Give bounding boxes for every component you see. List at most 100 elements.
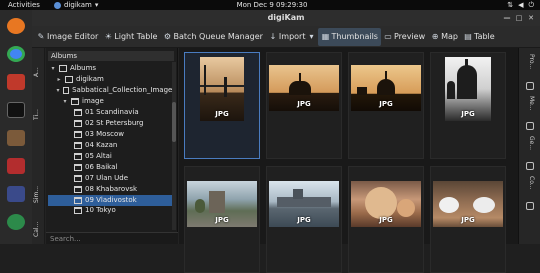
scrollbar-thumb[interactable] — [172, 102, 176, 142]
import-button[interactable]: ↓ Import ▾ — [266, 28, 319, 46]
left-sidebar-tabs: A... Ti... Sim... Cal... — [32, 48, 45, 244]
activities-button[interactable]: Activities — [8, 0, 40, 10]
file-type-badge: JPG — [297, 100, 311, 108]
light-table-button[interactable]: ☀ Light Table — [101, 28, 160, 46]
tab-calendar[interactable]: Cal... — [33, 218, 44, 240]
tab-properties[interactable]: Pro... — [524, 54, 535, 78]
tree-node-folder[interactable]: 06 Baikal — [74, 162, 176, 173]
tree-node-label: 07 Ulan Ude — [85, 174, 129, 182]
close-icon[interactable]: ✕ — [526, 13, 536, 23]
map-button[interactable]: ⊕ Map — [428, 28, 461, 46]
album-tree-scrollbar[interactable] — [172, 62, 176, 230]
globe-icon: ⊕ — [431, 31, 439, 41]
maximize-icon[interactable]: □ — [514, 13, 524, 23]
batch-queue-button[interactable]: ⚙ Batch Queue Manager — [160, 28, 265, 46]
albums-header: Albums — [48, 51, 174, 61]
inkscape-icon[interactable] — [7, 102, 25, 118]
tree-node-folder[interactable]: 03 Moscow — [74, 129, 176, 140]
tab-colors[interactable]: Co... — [524, 176, 535, 198]
metadata-icon[interactable] — [526, 122, 534, 130]
thumbnail-item[interactable]: JPG — [348, 166, 424, 273]
settings-icon[interactable] — [7, 74, 25, 90]
thumbnails-button[interactable]: ▦ Thumbnails — [318, 27, 381, 46]
album-icon — [65, 76, 73, 83]
photo-thumbnail: JPG — [351, 181, 421, 227]
import-icon: ↓ — [269, 31, 277, 41]
chevron-down-icon[interactable]: ▾ — [50, 63, 56, 74]
tree-node-folder[interactable]: 07 Ulan Ude — [74, 173, 176, 184]
colors-icon[interactable] — [526, 202, 534, 210]
thumbnail-item-selected[interactable]: JPG — [184, 52, 260, 159]
tree-node-folder[interactable]: 05 Altai — [74, 151, 176, 162]
power-icon[interactable]: ⏻ — [528, 0, 534, 10]
thumbnail-item[interactable]: JPG — [430, 166, 506, 273]
tab-geolocation[interactable]: Ge... — [524, 136, 535, 158]
folder-icon — [74, 120, 82, 127]
photo-thumbnail: JPG — [187, 181, 257, 227]
files-icon[interactable] — [7, 130, 25, 146]
preview-label: Preview — [393, 32, 426, 41]
table-button[interactable]: ▤ Table — [461, 28, 498, 46]
thumbnail-item[interactable]: JPG — [348, 52, 424, 159]
vlc-icon[interactable] — [7, 214, 25, 230]
tree-node-folder[interactable]: 01 Scandinavia — [74, 107, 176, 118]
chevron-right-icon[interactable]: ▸ — [56, 74, 62, 85]
chevron-down-icon[interactable]: ▾ — [56, 85, 60, 96]
volume-icon[interactable]: ◀ — [518, 0, 523, 10]
minimize-icon[interactable]: — — [502, 13, 512, 23]
thumbnail-item[interactable]: JPG — [184, 166, 260, 273]
tab-metadata[interactable]: Me... — [524, 96, 535, 118]
tree-node-label: 02 St Petersburg — [85, 119, 144, 127]
batch-queue-label: Batch Queue Manager — [173, 32, 263, 41]
zotero-icon[interactable] — [7, 158, 25, 174]
table-label: Table — [474, 32, 495, 41]
thumbnail-grid: JPG JPG JPG JPG JPG JPG JPG JPG — [179, 48, 518, 273]
geolocation-icon[interactable] — [526, 162, 534, 170]
tree-node-label: image — [82, 97, 104, 105]
file-type-badge: JPG — [379, 216, 393, 224]
tree-node-label: 03 Moscow — [85, 130, 124, 138]
table-icon: ▤ — [464, 31, 472, 41]
thumbnail-item[interactable]: JPG — [266, 52, 342, 159]
tree-node-root[interactable]: ▾ Albums — [50, 63, 176, 74]
preview-button[interactable]: ▭ Preview — [381, 28, 428, 46]
light-table-icon: ☀ — [104, 31, 112, 41]
folder-icon — [74, 131, 82, 138]
tab-albums[interactable]: A... — [33, 54, 44, 90]
tree-node-folder[interactable]: 10 Tokyo — [74, 206, 176, 214]
photo-thumbnail: JPG — [351, 65, 421, 111]
thumbnail-item[interactable]: JPG — [266, 166, 342, 273]
tree-node-folder[interactable]: 02 St Petersburg — [74, 118, 176, 129]
system-tray[interactable]: ⇅ ◀ ⏻ — [507, 0, 534, 10]
terminal-icon[interactable] — [7, 186, 25, 202]
map-label: Map — [441, 32, 458, 41]
chevron-down-icon[interactable]: ▾ — [62, 96, 68, 107]
firefox-icon[interactable] — [7, 18, 25, 34]
tab-tags[interactable]: Ti... — [33, 98, 44, 132]
file-type-badge: JPG — [461, 216, 475, 224]
clock[interactable]: Mon Dec 9 09:29:30 — [222, 0, 322, 10]
tree-node-image[interactable]: ▾ image — [62, 96, 176, 107]
tab-similarity[interactable]: Sim... — [33, 176, 44, 212]
chrome-icon[interactable] — [7, 46, 25, 62]
network-icon[interactable]: ⇅ — [507, 0, 513, 10]
file-type-badge: JPG — [215, 216, 229, 224]
folder-icon — [74, 109, 82, 116]
tree-node-folder-selected[interactable]: 09 Vladivostok — [48, 195, 174, 206]
tree-node-label: 01 Scandinavia — [85, 108, 139, 116]
tree-node-folder[interactable]: 08 Khabarovsk — [74, 184, 176, 195]
properties-icon[interactable] — [526, 82, 534, 90]
photo-thumbnail: JPG — [433, 181, 503, 227]
album-search-input[interactable]: Search... — [46, 232, 178, 244]
main-toolbar: ✎ Image Editor ☀ Light Table ⚙ Batch Que… — [32, 26, 540, 48]
system-top-bar: Activities digikam ▾ Mon Dec 9 09:29:30 … — [0, 0, 540, 10]
tree-node-label: 06 Baikal — [85, 163, 118, 171]
app-menu[interactable]: digikam ▾ — [54, 0, 98, 10]
tree-node-folder[interactable]: 04 Kazan — [74, 140, 176, 151]
tree-node-collection[interactable]: ▸ digikam — [56, 74, 176, 85]
tree-node-sabbatical[interactable]: ▾ Sabbatical_Collection_Images — [56, 85, 176, 96]
thumbnail-item[interactable]: JPG — [430, 52, 506, 159]
window-titlebar[interactable]: digiKam — □ ✕ — [32, 10, 540, 26]
folder-icon — [74, 206, 82, 214]
image-editor-button[interactable]: ✎ Image Editor — [34, 28, 101, 46]
